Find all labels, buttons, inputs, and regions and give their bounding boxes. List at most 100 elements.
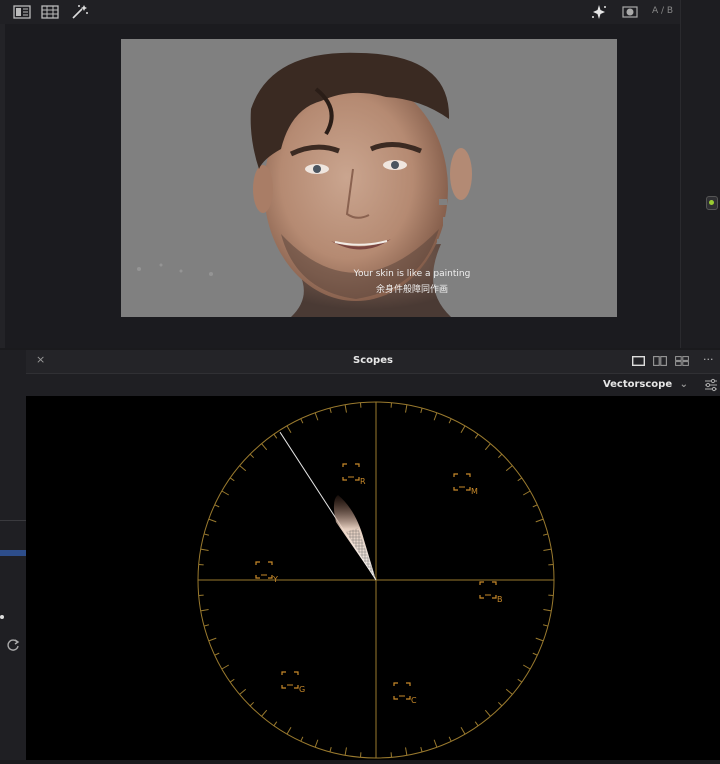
target-box xyxy=(282,672,298,688)
graticule-tick xyxy=(475,434,478,438)
graticule-tick xyxy=(449,737,451,742)
scopes-title: Scopes xyxy=(26,355,720,366)
target-m: M xyxy=(454,474,478,496)
graticule-tick xyxy=(434,413,437,421)
graticule-tick xyxy=(262,710,267,716)
scopes-subbar: Vectorscope ⌄ xyxy=(26,374,720,396)
graticule-tick xyxy=(204,625,209,626)
graticule-tick xyxy=(330,747,331,752)
target-box xyxy=(256,562,272,578)
scope-settings-icon[interactable] xyxy=(704,378,718,392)
graticule-tick xyxy=(475,722,478,726)
refresh-icon[interactable] xyxy=(6,638,20,652)
target-y: Y xyxy=(256,562,278,584)
graticule-tick xyxy=(518,478,522,481)
target-box xyxy=(394,683,410,699)
divider xyxy=(0,520,26,521)
filmstrip-icon[interactable] xyxy=(41,5,59,19)
graticule-tick xyxy=(523,491,530,495)
viewer-image: Your skin is like a painting 余身件般障同作画 xyxy=(121,39,617,317)
target-label: B xyxy=(497,595,503,604)
graticule-tick xyxy=(201,610,209,611)
graticule-tick xyxy=(287,727,291,734)
graticule-tick xyxy=(533,505,538,507)
subtitle-line-1: Your skin is like a painting xyxy=(312,269,512,279)
graticule-tick xyxy=(506,466,512,471)
graticule-tick xyxy=(536,638,544,641)
graticule-tick xyxy=(240,466,246,471)
graticule-tick xyxy=(209,519,217,522)
magic-wand-icon[interactable] xyxy=(71,5,89,19)
graticule-tick xyxy=(345,747,346,755)
graticule-tick xyxy=(461,727,465,734)
target-label: M xyxy=(471,487,478,496)
graticule-tick xyxy=(506,689,512,694)
signal-trace xyxy=(334,495,376,580)
graticule-tick xyxy=(315,740,318,748)
graticule-tick xyxy=(543,625,548,626)
graticule-tick xyxy=(518,679,522,682)
graticule-tick xyxy=(262,444,267,450)
target-label: G xyxy=(299,685,305,694)
ab-compare-toggle[interactable]: A / B xyxy=(652,6,673,16)
quad-layout-icon[interactable] xyxy=(675,356,689,366)
graticule-tick xyxy=(421,408,422,413)
subtitle-line-2: 余身件般障同作画 xyxy=(312,282,512,295)
graticule-tick xyxy=(215,653,220,655)
target-label: C xyxy=(411,696,417,705)
graticule-tick xyxy=(240,689,246,694)
graticule-tick xyxy=(222,491,229,495)
graticule-tick xyxy=(287,426,291,433)
graticule-tick xyxy=(250,454,254,458)
graticule-tick xyxy=(230,478,234,481)
graticule-tick xyxy=(315,413,318,421)
scope-type-dropdown[interactable]: Vectorscope ⌄ xyxy=(603,379,688,390)
sparkle-icon[interactable] xyxy=(591,5,607,19)
target-box xyxy=(343,464,359,480)
graticule-tick xyxy=(498,454,502,458)
vectorscope-display: R M B C G Y xyxy=(26,396,720,760)
graticule-tick xyxy=(215,505,220,507)
dual-layout-icon[interactable] xyxy=(653,356,667,366)
vectorscope-graticule: R M B C G Y xyxy=(26,396,720,760)
graticule-tick xyxy=(301,419,303,424)
graticule-tick xyxy=(485,710,490,716)
graticule-tick xyxy=(543,610,551,611)
timeline-marker xyxy=(0,550,26,556)
graticule-tick xyxy=(274,434,277,438)
left-panel-strip xyxy=(0,350,26,760)
node-editor-strip xyxy=(680,0,720,348)
target-label: Y xyxy=(272,575,278,584)
graticule-tick xyxy=(209,638,217,641)
graticule-tick xyxy=(543,534,548,535)
graticule-tick xyxy=(222,665,229,669)
chevron-down-icon: ⌄ xyxy=(680,379,688,390)
graticule-tick xyxy=(533,653,538,655)
target-label: R xyxy=(360,477,366,486)
graticule-tick xyxy=(406,747,407,755)
single-layout-icon[interactable] xyxy=(632,356,645,366)
graticule-tick xyxy=(274,722,277,726)
graticule-tick xyxy=(201,549,209,550)
mask-icon[interactable] xyxy=(622,5,638,19)
scope-type-label: Vectorscope xyxy=(603,379,672,390)
graticule-tick xyxy=(498,702,502,706)
target-box xyxy=(480,582,496,598)
target-r: R xyxy=(343,464,366,486)
playhead-dot[interactable] xyxy=(0,615,4,619)
graticule-tick xyxy=(543,549,551,550)
graticule-tick xyxy=(204,534,209,535)
graticule-tick xyxy=(485,444,490,450)
graticule-tick xyxy=(301,737,303,742)
viewer-layout-icon[interactable] xyxy=(13,5,31,19)
scopes-header: × Scopes ··· xyxy=(26,350,720,374)
viewer-toolbar: A / B xyxy=(0,0,720,24)
graticule-tick xyxy=(250,702,254,706)
node-output-dot[interactable] xyxy=(706,196,718,210)
more-options-button[interactable]: ··· xyxy=(703,353,714,366)
graticule-tick xyxy=(523,665,530,669)
graticule-tick xyxy=(330,408,331,413)
graticule-tick xyxy=(461,426,465,433)
graticule-tick xyxy=(421,747,422,752)
target-b: B xyxy=(480,582,503,604)
